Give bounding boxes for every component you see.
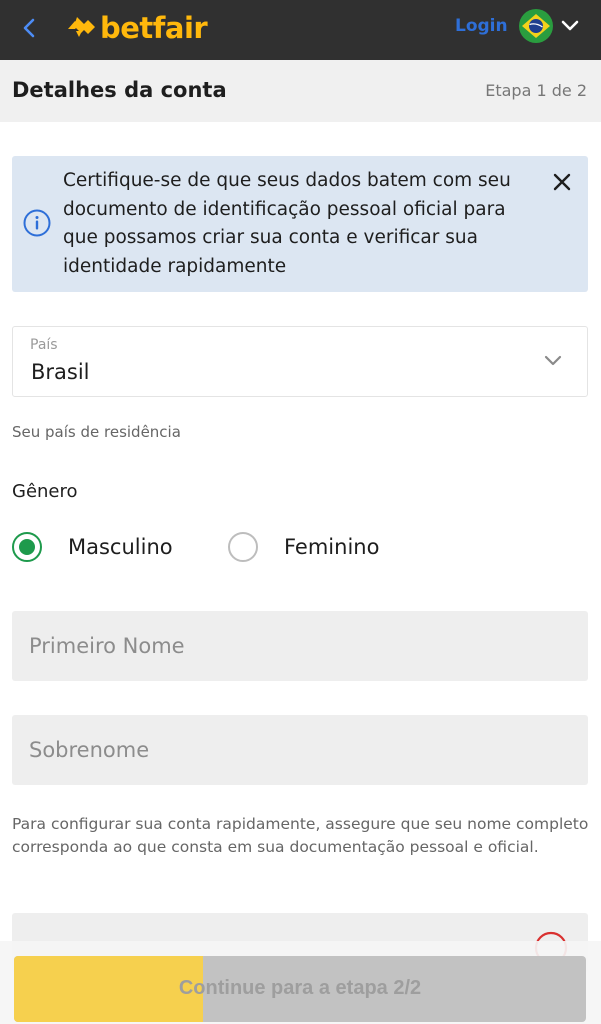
info-banner-text: Certifique-se de que seus dados batem co… <box>63 170 511 277</box>
brand-name: betfair <box>100 11 208 45</box>
brazil-flag-icon <box>519 9 553 43</box>
country-help-text: Seu país de residência <box>12 423 181 441</box>
top-nav-bar: betfair Login <box>0 0 601 60</box>
gender-radio-masculino[interactable] <box>12 532 42 562</box>
gender-option-masculino-label[interactable]: Masculino <box>68 535 173 559</box>
step-header: Detalhes da conta Etapa 1 de 2 <box>0 60 601 122</box>
gender-radio-feminino[interactable] <box>228 532 258 562</box>
info-banner: Certifique-se de que seus dados batem co… <box>12 156 588 292</box>
last-name-input[interactable] <box>12 715 588 785</box>
login-link[interactable]: Login <box>455 16 508 36</box>
continue-button-label: Continue para a etapa 2/2 <box>178 977 422 999</box>
chevron-down-icon <box>561 20 579 31</box>
country-select[interactable]: País Brasil <box>12 326 588 397</box>
step-indicator: Etapa 1 de 2 <box>485 81 587 100</box>
betfair-arrow-logo-icon <box>68 17 95 37</box>
info-icon <box>22 208 52 238</box>
name-help-text: Para configurar sua conta rapidamente, a… <box>12 815 589 856</box>
close-icon[interactable] <box>550 170 574 194</box>
chevron-down-icon <box>543 353 563 367</box>
betfair-logo[interactable]: betfair <box>66 8 208 48</box>
gender-label: Gênero <box>12 481 78 502</box>
country-selector-button[interactable] <box>518 8 582 44</box>
gender-option-feminino-label[interactable]: Feminino <box>284 535 379 559</box>
country-value: Brasil <box>31 360 90 384</box>
back-arrow-icon[interactable] <box>14 12 46 44</box>
country-label: País <box>30 337 58 353</box>
continue-button[interactable]: Continue para a etapa 2/2 <box>14 956 586 1022</box>
page-title: Detalhes da conta <box>12 78 227 102</box>
first-name-input[interactable] <box>12 611 588 681</box>
